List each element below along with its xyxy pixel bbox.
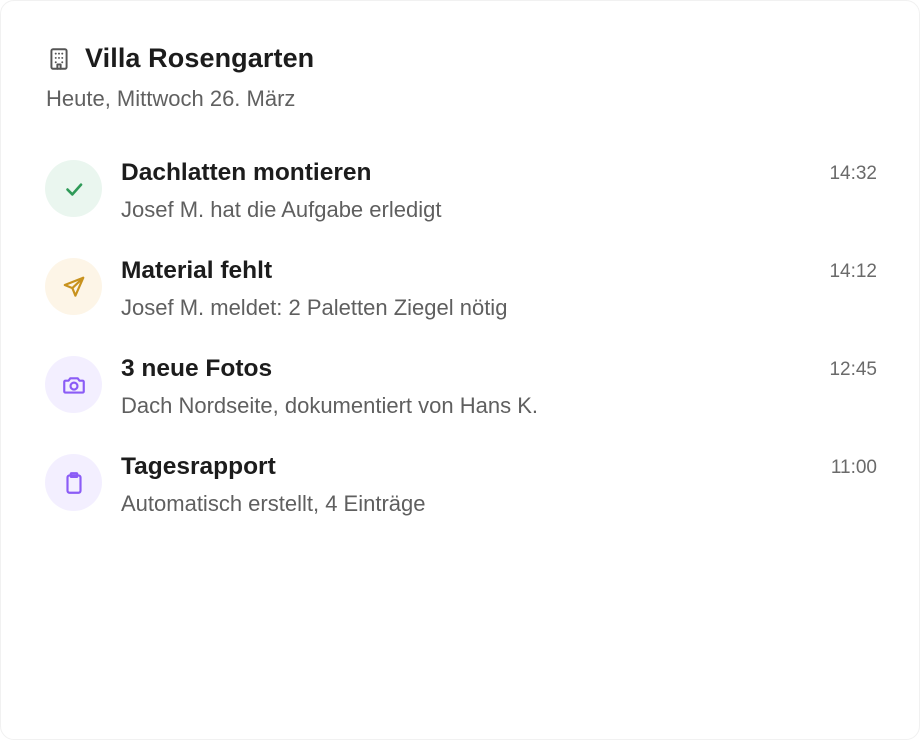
activity-feed: Dachlatten montieren Josef M. hat die Au… xyxy=(1,149,920,541)
status-avatar xyxy=(45,258,102,315)
feed-item-task-done[interactable]: Dachlatten montieren Josef M. hat die Au… xyxy=(1,149,920,247)
feed-item-time: 14:12 xyxy=(829,261,877,282)
feed-item-title: Tagesrapport xyxy=(121,453,276,480)
feed-item-title: Material fehlt xyxy=(121,257,273,284)
feed-item-time: 12:45 xyxy=(829,359,877,380)
project-title: Villa Rosengarten xyxy=(85,43,315,73)
feed-item-photos[interactable]: 3 neue Fotos Dach Nordseite, dokumentier… xyxy=(1,345,920,443)
feed-item-subtitle: Dach Nordseite, dokumentiert von Hans K. xyxy=(121,393,538,418)
project-header: Villa Rosengarten xyxy=(46,43,314,74)
feed-item-material-missing[interactable]: Material fehlt Josef M. meldet: 2 Palett… xyxy=(1,247,920,345)
feed-item-daily-report[interactable]: Tagesrapport Automatisch erstellt, 4 Ein… xyxy=(1,443,920,541)
building-icon xyxy=(46,46,72,72)
feed-item-title: 3 neue Fotos xyxy=(121,355,273,382)
feed-item-subtitle: Josef M. meldet: 2 Paletten Ziegel nötig xyxy=(121,295,508,320)
check-icon xyxy=(65,182,82,196)
feed-item-time: 11:00 xyxy=(830,457,877,478)
feed-item-subtitle: Automatisch erstellt, 4 Einträge xyxy=(121,491,426,516)
activity-card: Villa Rosengarten Heute, Mittwoch 26. Mä… xyxy=(0,0,920,740)
feed-item-title: Dachlatten montieren xyxy=(121,159,372,186)
status-avatar xyxy=(45,454,102,511)
clipboard-icon xyxy=(65,471,82,494)
date-subtitle: Heute, Mittwoch 26. März xyxy=(46,86,296,111)
status-avatar xyxy=(45,356,102,413)
send-icon xyxy=(63,276,84,297)
camera-icon xyxy=(62,376,85,394)
feed-item-time: 14:32 xyxy=(829,163,877,184)
status-avatar xyxy=(45,160,102,217)
feed-item-subtitle: Josef M. hat die Aufgabe erledigt xyxy=(121,197,442,222)
